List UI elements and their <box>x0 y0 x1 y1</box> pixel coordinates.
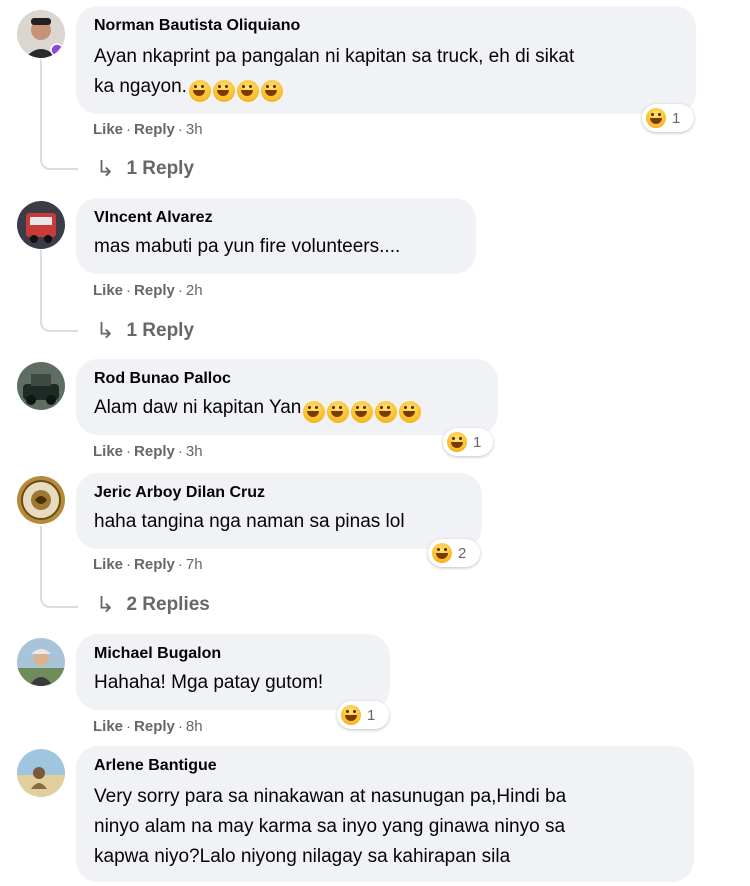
comment-text: mas mabuti pa yun fire volunteers.... <box>94 236 401 257</box>
grin-emoji-icon <box>375 397 398 423</box>
laugh-emoji-icon <box>236 76 259 102</box>
comment-actions: Like · Reply · 3h <box>93 443 203 460</box>
comment-bubble: Michael Bugalon Hahaha! Mga patay gutom! <box>76 634 390 710</box>
comment-bubble: Norman Bautista Oliquiano Ayan nkaprint … <box>76 6 696 114</box>
comment-text-line2: ka ngayon. <box>94 72 678 102</box>
reply-button[interactable]: Reply <box>134 282 175 299</box>
reply-button[interactable]: Reply <box>134 556 175 573</box>
comment-time[interactable]: 3h <box>186 121 203 138</box>
avatar[interactable] <box>17 362 65 410</box>
comment-text: Alam daw ni kapitan Yan <box>94 393 480 423</box>
reply-button[interactable]: Reply <box>134 121 175 138</box>
view-replies-link[interactable]: ↳ 2 Replies <box>96 592 210 618</box>
grin-emoji-icon <box>399 397 422 423</box>
comment-author[interactable]: Norman Bautista Oliquiano <box>94 16 678 36</box>
comment-text-line2: ninyo alam na may karma sa inyo yang gin… <box>94 816 566 837</box>
comment-bubble: VIncent Alvarez mas mabuti pa yun fire v… <box>76 198 476 274</box>
grin-emoji-icon <box>188 76 211 102</box>
like-button[interactable]: Like <box>93 556 123 573</box>
comment-actions: Like · Reply · 8h <box>93 718 203 735</box>
smile-emoji-icon <box>212 76 235 102</box>
avatar[interactable] <box>17 749 65 797</box>
comment-text-line3: kapwa niyo?Lalo niyong nilagay sa kahira… <box>94 846 511 867</box>
comment-time[interactable]: 3h <box>186 443 203 460</box>
reply-button[interactable]: Reply <box>134 443 175 460</box>
comment-text: Ayan nkaprint pa pangalan ni kapitan sa … <box>94 46 575 67</box>
grin-emoji-icon <box>327 397 350 423</box>
haha-emoji-icon <box>447 432 467 452</box>
haha-emoji-icon <box>341 705 361 725</box>
reply-arrow-icon: ↳ <box>96 318 115 343</box>
reply-button[interactable]: Reply <box>134 718 175 735</box>
avatar[interactable] <box>17 201 65 249</box>
comment-actions: Like · Reply · 7h <box>93 556 203 573</box>
haha-emoji-icon <box>646 108 666 128</box>
comment-time[interactable]: 7h <box>186 556 203 573</box>
comment-actions: Like · Reply · 2h <box>93 282 203 299</box>
reaction-count[interactable]: 1 <box>443 428 493 456</box>
like-button[interactable]: Like <box>93 718 123 735</box>
avatar[interactable] <box>17 476 65 524</box>
comment-time[interactable]: 8h <box>186 718 203 735</box>
comment-actions: Like · Reply · 3h <box>93 121 203 138</box>
avatar[interactable] <box>17 10 65 58</box>
comment-bubble: Jeric Arboy Dilan Cruz haha tangina nga … <box>76 473 482 549</box>
thread-line-2 <box>40 250 78 332</box>
comment-author[interactable]: Rod Bunao Palloc <box>94 369 480 389</box>
thread-line-1 <box>40 60 78 170</box>
reaction-count[interactable]: 2 <box>428 539 480 567</box>
like-button[interactable]: Like <box>93 282 123 299</box>
grin-emoji-icon <box>351 397 374 423</box>
like-button[interactable]: Like <box>93 443 123 460</box>
comment-bubble: Arlene Bantigue Very sorry para sa ninak… <box>76 746 694 882</box>
haha-emoji-icon <box>432 543 452 563</box>
like-button[interactable]: Like <box>93 121 123 138</box>
thread-line-4 <box>40 526 78 608</box>
reply-arrow-icon: ↳ <box>96 592 115 617</box>
comment-author[interactable]: Michael Bugalon <box>94 644 372 664</box>
comment-author[interactable]: Jeric Arboy Dilan Cruz <box>94 483 464 503</box>
comment-author[interactable]: Arlene Bantigue <box>94 756 676 776</box>
comment-author[interactable]: VIncent Alvarez <box>94 208 458 228</box>
view-replies-link[interactable]: ↳ 1 Reply <box>96 156 194 182</box>
comment-text-line1: Very sorry para sa ninakawan at nasunuga… <box>94 786 567 807</box>
rofl-emoji-icon <box>260 76 283 102</box>
gasp-emoji-icon <box>303 397 326 423</box>
avatar[interactable] <box>17 638 65 686</box>
comment-text: Hahaha! Mga patay gutom! <box>94 672 324 693</box>
view-replies-link[interactable]: ↳ 1 Reply <box>96 318 194 344</box>
comment-text: haha tangina nga naman sa pinas lol <box>94 511 405 532</box>
reaction-count[interactable]: 1 <box>337 701 389 729</box>
reply-arrow-icon: ↳ <box>96 156 115 181</box>
comment-bubble: Rod Bunao Palloc Alam daw ni kapitan Yan <box>76 359 498 435</box>
comment-time[interactable]: 2h <box>186 282 203 299</box>
reaction-count[interactable]: 1 <box>642 104 694 132</box>
